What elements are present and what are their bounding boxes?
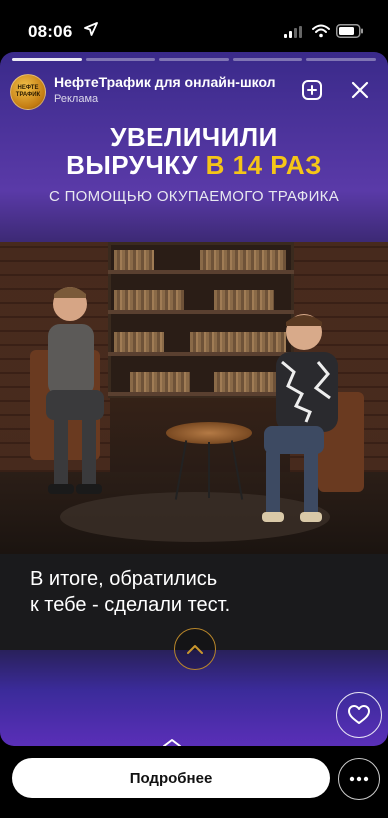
avatar-logo-text: НЕФТЕ ТРАФИК	[15, 85, 41, 98]
shelf	[108, 270, 294, 274]
table-leg	[208, 442, 210, 498]
swipe-up-chevron-icon	[163, 739, 181, 746]
status-time: 08:06	[28, 22, 73, 41]
person-right	[262, 314, 364, 522]
headline-subtitle: С ПОМОЩЬЮ ОКУПАЕМОГО ТРАФИКА	[48, 188, 339, 205]
story-progress-segment	[85, 58, 156, 61]
location-arrow-icon	[84, 22, 98, 36]
story-card[interactable]: НЕФТЕ ТРАФИК НефтеТрафик для онлайн-школ…	[0, 52, 388, 746]
story-progress-segment	[306, 58, 376, 61]
headline-line-1: УВЕЛИЧИЛИ	[110, 122, 278, 152]
story-video[interactable]	[0, 242, 388, 554]
chevron-up-icon	[187, 645, 203, 654]
account-name[interactable]: НефтеТрафик для онлайн-школ	[54, 74, 276, 90]
story-progress-segment	[232, 58, 303, 61]
add-icon[interactable]	[300, 78, 324, 102]
round-table	[166, 422, 252, 444]
status-bar: 08:06	[0, 0, 388, 48]
person-left	[30, 287, 104, 494]
books	[114, 332, 164, 352]
account-avatar[interactable]: НЕФТЕ ТРАФИК	[10, 74, 46, 110]
heart-icon	[348, 705, 370, 724]
story-progress-segment	[12, 58, 82, 61]
more-options-button[interactable]	[338, 758, 380, 800]
more-dots-icon	[349, 776, 369, 782]
books	[200, 250, 286, 270]
books	[114, 290, 184, 310]
wifi-icon	[312, 24, 330, 38]
books	[114, 250, 154, 270]
battery-icon	[336, 24, 363, 38]
caption-line-1: В итоге, обратились	[30, 568, 218, 590]
close-icon[interactable]	[348, 78, 372, 102]
video-caption: В итоге, обратились к тебе - сделали тес…	[30, 566, 230, 618]
like-button[interactable]	[336, 692, 382, 738]
caption-line-2: к тебе - сделали тест.	[30, 594, 231, 616]
headline-prefix: ВЫРУЧКУ	[66, 150, 206, 180]
headline-line-2: ВЫРУЧКУ В 14 РАЗ	[0, 150, 388, 181]
headline-accent: В 14 РАЗ	[205, 150, 322, 180]
expand-up-button[interactable]	[174, 628, 216, 670]
learn-more-button[interactable]: Подробнее	[12, 758, 330, 798]
story-progress-segment	[159, 58, 229, 61]
books	[130, 372, 190, 392]
sponsored-label: Реклама	[54, 93, 99, 105]
signal-icon	[284, 26, 302, 38]
